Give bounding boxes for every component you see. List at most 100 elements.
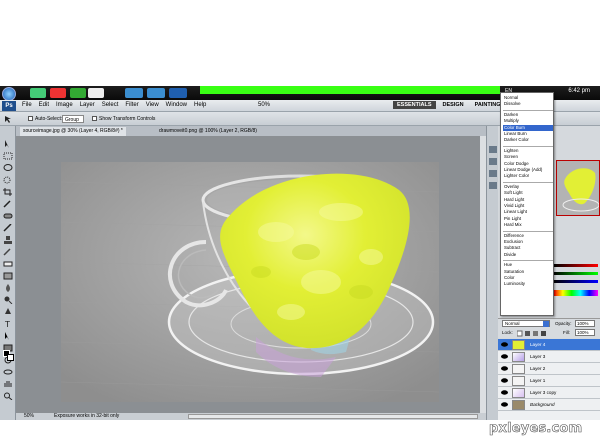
red-slider[interactable] (554, 264, 598, 267)
menu-view[interactable]: View (146, 102, 159, 108)
blend-mode-dropdown-list: Normal Dissolve Darken Multiply Color Burn Li… (500, 92, 554, 316)
menu-help[interactable]: Help (194, 102, 206, 108)
color-sliders (554, 258, 600, 298)
lasso-tool-icon[interactable] (3, 164, 13, 172)
eye-icon[interactable] (501, 342, 508, 347)
pen-tool-icon[interactable] (3, 308, 13, 316)
blend-mode-option[interactable]: Divide (503, 252, 553, 258)
document-tab-active[interactable]: sourceimage.jpg @ 30% (Layer 4, RGB/8#) … (20, 127, 126, 136)
show-transform-checkbox[interactable] (92, 116, 97, 121)
zoom-tool-icon[interactable] (3, 392, 13, 400)
blue-slider[interactable] (554, 280, 598, 283)
blend-mode-separator (503, 230, 553, 232)
layer-row[interactable]: Layer 3 copy (498, 387, 600, 399)
layer-name: Layer 2 (530, 366, 546, 371)
green-slider[interactable] (554, 272, 598, 275)
marquee-tool-icon[interactable] (3, 152, 13, 160)
history-brush-tool-icon[interactable] (3, 248, 13, 256)
workspace-design[interactable]: DESIGN (439, 101, 468, 109)
layer-row[interactable]: Background (498, 399, 600, 411)
opacity-field[interactable]: 100% (575, 320, 595, 327)
auto-select-dropdown[interactable]: Group (62, 115, 84, 123)
opacity-label: Opacity: (555, 321, 572, 326)
menu-edit[interactable]: Edit (39, 102, 49, 108)
background-color-swatch[interactable] (7, 354, 14, 361)
layer-row[interactable]: Layer 3 (498, 351, 600, 363)
blend-mode-select[interactable]: Normal (502, 320, 550, 327)
blend-mode-option[interactable]: Lighter Color (503, 173, 553, 179)
auto-select-checkbox[interactable] (28, 116, 33, 121)
status-zoom[interactable]: 50% (24, 413, 34, 419)
blend-mode-separator (503, 181, 553, 183)
navigator-thumbnail[interactable] (556, 160, 600, 216)
auto-select-label: Auto-Select: (35, 116, 63, 122)
zoom-level[interactable]: 50% (258, 102, 270, 108)
clone-stamp-tool-icon[interactable] (3, 236, 13, 244)
menu-window[interactable]: Window (166, 102, 187, 108)
layer-name: Layer 3 copy (530, 390, 557, 395)
taskbar-app-icon[interactable] (50, 88, 66, 98)
gradient-tool-icon[interactable] (3, 272, 13, 280)
start-button-icon[interactable] (2, 87, 16, 101)
lock-icons[interactable] (517, 330, 557, 337)
fill-label: Fill: (563, 330, 570, 335)
color-ramp[interactable] (554, 290, 598, 296)
blend-mode-option[interactable]: Dissolve (503, 101, 553, 107)
taskbar-app-icon[interactable] (88, 88, 104, 98)
move-tool-icon[interactable] (4, 115, 14, 123)
blend-mode-option[interactable]: Luminosity (503, 281, 553, 287)
type-tool-icon[interactable]: T (3, 320, 13, 328)
3d-camera-tool-icon[interactable] (3, 368, 13, 376)
brush-tool-icon[interactable] (3, 224, 13, 232)
document-canvas[interactable] (61, 162, 439, 402)
taskbar-clock[interactable]: 6:42 pm (568, 88, 590, 94)
workspace-essentials[interactable]: ESSENTIALS (393, 101, 436, 109)
taskbar-app-icon[interactable] (30, 88, 46, 98)
blur-tool-icon[interactable] (3, 284, 13, 292)
watermark-logo: pxleyes.com (489, 421, 583, 437)
eye-icon[interactable] (501, 402, 508, 407)
layer-thumbnail (512, 364, 525, 374)
canvas-workspace (16, 136, 486, 413)
eye-icon[interactable] (501, 366, 508, 371)
eraser-tool-icon[interactable] (3, 260, 13, 268)
menu-filter[interactable]: Filter (125, 102, 138, 108)
eye-icon[interactable] (501, 390, 508, 395)
taskbar-app-icon[interactable] (70, 88, 86, 98)
document-tab[interactable]: drawmoveit0.png @ 100% (Layer 2, RGB/8) (156, 127, 260, 136)
blend-mode-option[interactable]: Hard Mix (503, 222, 553, 228)
eye-icon[interactable] (501, 354, 508, 359)
move-tool-icon[interactable] (3, 140, 13, 148)
healing-brush-tool-icon[interactable] (3, 212, 13, 220)
taskbar-window-button[interactable] (169, 88, 187, 98)
chevron-down-icon[interactable] (543, 321, 549, 327)
menu-items: File Edit Image Layer Select Filter View… (22, 102, 206, 108)
crop-tool-icon[interactable] (3, 188, 13, 196)
eyedropper-tool-icon[interactable] (3, 200, 13, 208)
taskbar-window-button[interactable] (147, 88, 165, 98)
menu-file[interactable]: File (22, 102, 32, 108)
menu-select[interactable]: Select (102, 102, 119, 108)
layer-row[interactable]: Layer 1 (498, 375, 600, 387)
layer-row[interactable]: Layer 4 (498, 339, 600, 351)
screenshot: EN 6:42 pm Ps File Edit Image Layer Sele… (0, 0, 600, 442)
blend-mode-option[interactable]: Darker Color (503, 137, 553, 143)
layer-name: Layer 4 (530, 342, 546, 347)
horizontal-scrollbar[interactable] (188, 414, 478, 419)
document-tabs: sourceimage.jpg @ 30% (Layer 4, RGB/8#) … (16, 126, 486, 136)
dodge-tool-icon[interactable] (3, 296, 13, 304)
photoshop-logo: Ps (2, 101, 16, 111)
layer-thumbnail (512, 352, 525, 362)
menu-layer[interactable]: Layer (80, 102, 95, 108)
layer-row[interactable]: Layer 2 (498, 363, 600, 375)
eye-icon[interactable] (501, 378, 508, 383)
blend-mode-separator (503, 260, 553, 262)
quick-select-tool-icon[interactable] (3, 176, 13, 184)
menu-image[interactable]: Image (56, 102, 73, 108)
status-info: Exposure works in 32-bit only (54, 413, 120, 419)
taskbar-window-button[interactable] (125, 88, 143, 98)
layer-name: Layer 3 (530, 354, 546, 359)
hand-tool-icon[interactable] (3, 380, 13, 388)
fill-field[interactable]: 100% (575, 329, 595, 336)
path-selection-tool-icon[interactable] (3, 332, 13, 340)
